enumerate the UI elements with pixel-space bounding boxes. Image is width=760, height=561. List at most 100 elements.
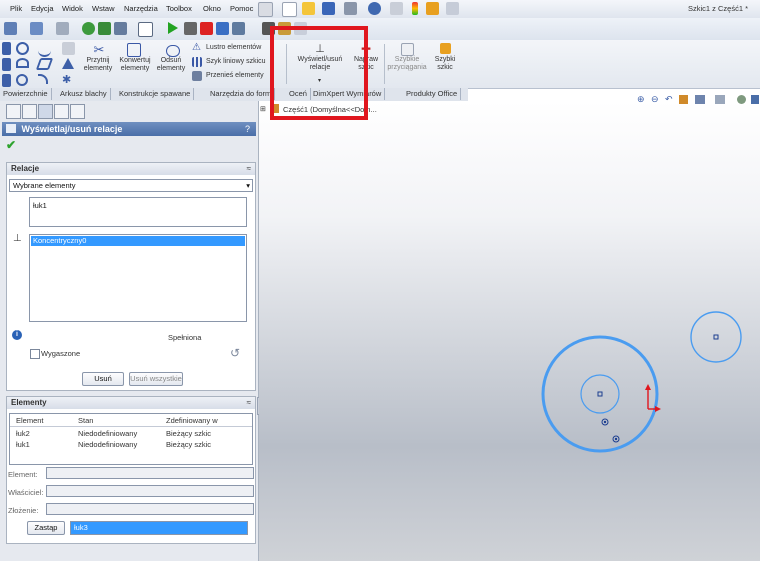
feature-manager-tab[interactable]	[6, 104, 21, 119]
ok-checkmark-icon[interactable]: ✔	[6, 139, 16, 151]
menu-okno[interactable]: Okno	[203, 4, 221, 13]
polygon-tool-icon[interactable]	[35, 58, 54, 70]
offset-entities-icon[interactable]	[166, 45, 180, 57]
component-icon[interactable]	[98, 22, 111, 35]
rebuild-icon[interactable]	[426, 2, 439, 15]
tab-produkty-office[interactable]: Produkty Office	[403, 88, 462, 100]
cube-icon[interactable]	[30, 22, 43, 35]
record-icon[interactable]	[200, 22, 213, 35]
print-icon[interactable]	[344, 2, 357, 15]
dimension-icon[interactable]	[56, 22, 69, 35]
window-icon[interactable]	[138, 22, 153, 37]
trim-entities-icon[interactable]: ✂	[92, 43, 106, 57]
delete-button[interactable]: Usuń	[82, 372, 124, 386]
table-row[interactable]: łuk2 Niedodefiniowany Bieżący szkic	[10, 428, 252, 439]
plane-tool-icon[interactable]	[62, 42, 75, 55]
help-button[interactable]: ?	[245, 122, 250, 136]
menu-toolbox[interactable]: Toolbox	[166, 4, 192, 13]
circle-tool-icon[interactable]	[16, 42, 29, 55]
move-entities-icon	[192, 71, 202, 81]
owner-field[interactable]	[46, 485, 254, 497]
menu-widok[interactable]: Widok	[62, 4, 83, 13]
stop-icon[interactable]	[184, 22, 197, 35]
macro-edit-icon[interactable]	[232, 22, 245, 35]
text-tool-icon[interactable]	[62, 58, 74, 69]
suppressed-label: Wygaszone	[41, 349, 81, 358]
column-header[interactable]: Stan	[78, 416, 93, 425]
linear-pattern-button[interactable]: Szyk liniowy szkicu	[206, 58, 266, 65]
right-arc[interactable]	[690, 311, 742, 363]
selected-entity-item[interactable]: łuk1	[33, 201, 47, 210]
centerpoint-tool-icon[interactable]	[16, 74, 28, 86]
tab-narzedzia-do-form[interactable]: Narzędzia do form	[207, 88, 276, 100]
replace-entity-field[interactable]: łuk3	[70, 521, 248, 535]
menu-wstaw[interactable]: Wstaw	[92, 4, 115, 13]
spline-tool-icon[interactable]	[38, 42, 51, 57]
open-folder-icon[interactable]	[302, 2, 315, 15]
select-icon[interactable]	[390, 2, 403, 15]
center-point[interactable]	[597, 391, 603, 397]
relations-list[interactable]: Koncentryczny0	[29, 234, 247, 322]
collapse-icon[interactable]: ≈	[247, 397, 251, 409]
menu-pomoc[interactable]: Pomoc	[230, 4, 253, 13]
point-tool-icon[interactable]	[2, 74, 11, 87]
assembly-field[interactable]	[46, 503, 254, 515]
arc-tool-icon[interactable]	[16, 58, 29, 68]
table-row[interactable]: łuk1 Niedodefiniowany Bieżący szkic	[10, 439, 252, 450]
slot-tool-icon[interactable]	[2, 58, 11, 71]
graphics-area[interactable]: ⊞ Część1 (Domyślna<<Dom... ⊕ ⊖ ↶	[259, 94, 760, 561]
relations-group-header[interactable]: Relacje ≈	[7, 163, 255, 175]
entities-group-header[interactable]: Elementy ≈	[7, 397, 255, 409]
element-field[interactable]	[46, 467, 254, 479]
rectangle-tool-icon[interactable]	[2, 42, 11, 55]
asterisk-icon[interactable]: ✱	[62, 74, 75, 87]
relations-filter-select[interactable]: Wybrane elementy ▾	[9, 179, 253, 192]
dimxpert-manager-tab[interactable]	[54, 104, 69, 119]
sketch-canvas[interactable]	[259, 101, 760, 561]
quick-snaps-button[interactable]: Szybkie przyciągania	[385, 56, 429, 72]
tab-arkusz-blachy[interactable]: Arkusz blachy	[57, 88, 111, 100]
property-manager-tab[interactable]	[22, 104, 37, 119]
replace-button[interactable]: Zastąp	[27, 521, 65, 535]
display-manager-tab[interactable]	[70, 104, 85, 119]
undo-icon[interactable]: ↺	[230, 346, 240, 360]
right-center-point[interactable]	[713, 334, 719, 340]
sketch-icon[interactable]	[4, 22, 17, 35]
menu-narzedzia[interactable]: Narzędzia	[124, 4, 158, 13]
menu-edycja[interactable]: Edycja	[31, 4, 54, 13]
pin-icon[interactable]	[258, 2, 273, 17]
suppressed-checkbox[interactable]	[30, 349, 40, 359]
large-arc[interactable]	[541, 335, 659, 453]
selected-entities-list[interactable]: łuk1	[29, 197, 247, 227]
play-icon[interactable]	[168, 22, 178, 34]
standard-toolbar	[0, 18, 760, 40]
new-document-icon[interactable]	[282, 2, 297, 17]
configuration-manager-tab[interactable]	[38, 104, 53, 119]
menu-plik[interactable]: Plik	[10, 4, 22, 13]
macro-icon[interactable]	[216, 22, 229, 35]
mirror-entities-button[interactable]: Lustro elementów	[206, 44, 261, 51]
column-header[interactable]: Zdefiniowany w	[166, 416, 218, 425]
table-cell: Bieżący szkic	[166, 440, 212, 449]
save-icon[interactable]	[322, 2, 335, 15]
delete-all-button[interactable]: Usuń wszystkie	[129, 372, 183, 386]
element-label: Element:	[8, 470, 38, 479]
rapid-sketch-button[interactable]: Szybki szkic	[430, 56, 460, 72]
inner-arc[interactable]	[580, 374, 620, 414]
move-entities-button[interactable]: Przenieś elementy	[206, 72, 264, 79]
options-icon[interactable]	[446, 2, 459, 15]
convert-entities-icon[interactable]	[127, 43, 141, 57]
relation-item[interactable]: Koncentryczny0	[31, 236, 245, 246]
globe-icon[interactable]	[82, 22, 95, 35]
traffic-light-icon[interactable]	[412, 2, 418, 15]
undo-icon[interactable]	[368, 2, 381, 15]
offset-entities-button[interactable]: Odsuń elementy	[154, 57, 188, 73]
collapse-icon[interactable]: ≈	[247, 163, 251, 175]
convert-entities-button[interactable]: Konwertuj elementy	[114, 57, 156, 73]
tab-konstrukcje-spawane[interactable]: Konstrukcje spawane	[116, 88, 195, 100]
column-header[interactable]: Element	[16, 416, 44, 425]
fillet-tool-icon[interactable]	[38, 74, 48, 84]
trim-entities-button[interactable]: Przytnij elementy	[80, 57, 116, 73]
tab-powierzchnie[interactable]: Powierzchnie	[0, 88, 52, 100]
photo-icon[interactable]	[114, 22, 127, 35]
